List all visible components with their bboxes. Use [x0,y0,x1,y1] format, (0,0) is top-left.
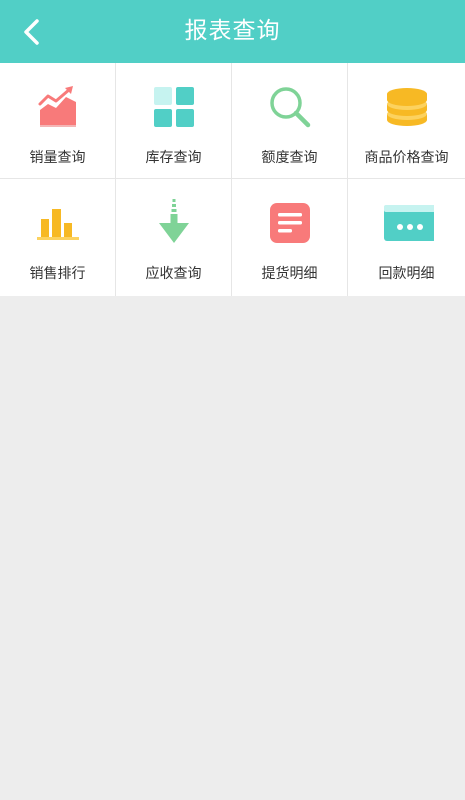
menu-item-label: 销售排行 [29,266,86,282]
page-title: 报表查询 [184,18,281,44]
card-icon [383,205,434,241]
document-list-icon [269,203,310,243]
menu-item-credit-query[interactable]: 额度查询 [232,63,348,179]
menu-item-label: 应收查询 [145,266,202,282]
report-menu-grid: 销量查询 库存查询 额度查询 商品价格查询 销售排行 应收查询 提货明细 回款明… [0,63,465,296]
menu-item-label: 提货明细 [261,266,318,282]
arrow-down-icon [158,199,189,243]
coin-stack-icon [386,88,427,126]
magnifier-icon [269,87,310,128]
menu-item-receivables-query[interactable]: 应收查询 [116,179,232,296]
menu-item-label: 回款明细 [378,266,435,282]
menu-item-label: 销量查询 [29,150,86,166]
menu-item-payment-details[interactable]: 回款明细 [348,179,465,296]
menu-item-label: 库存查询 [145,150,202,166]
menu-item-label: 额度查询 [261,150,318,166]
trend-chart-icon [38,86,76,127]
header-bar: 报表查询 [0,0,465,63]
bar-chart-icon [36,209,79,240]
menu-item-label: 商品价格查询 [364,150,449,166]
menu-item-inventory-query[interactable]: 库存查询 [116,63,232,179]
menu-item-sales-ranking[interactable]: 销售排行 [0,179,116,296]
menu-item-sales-query[interactable]: 销量查询 [0,63,116,179]
menu-item-price-query[interactable]: 商品价格查询 [348,63,465,179]
grid-blocks-icon [153,87,194,127]
menu-item-pickup-details[interactable]: 提货明细 [232,179,348,296]
